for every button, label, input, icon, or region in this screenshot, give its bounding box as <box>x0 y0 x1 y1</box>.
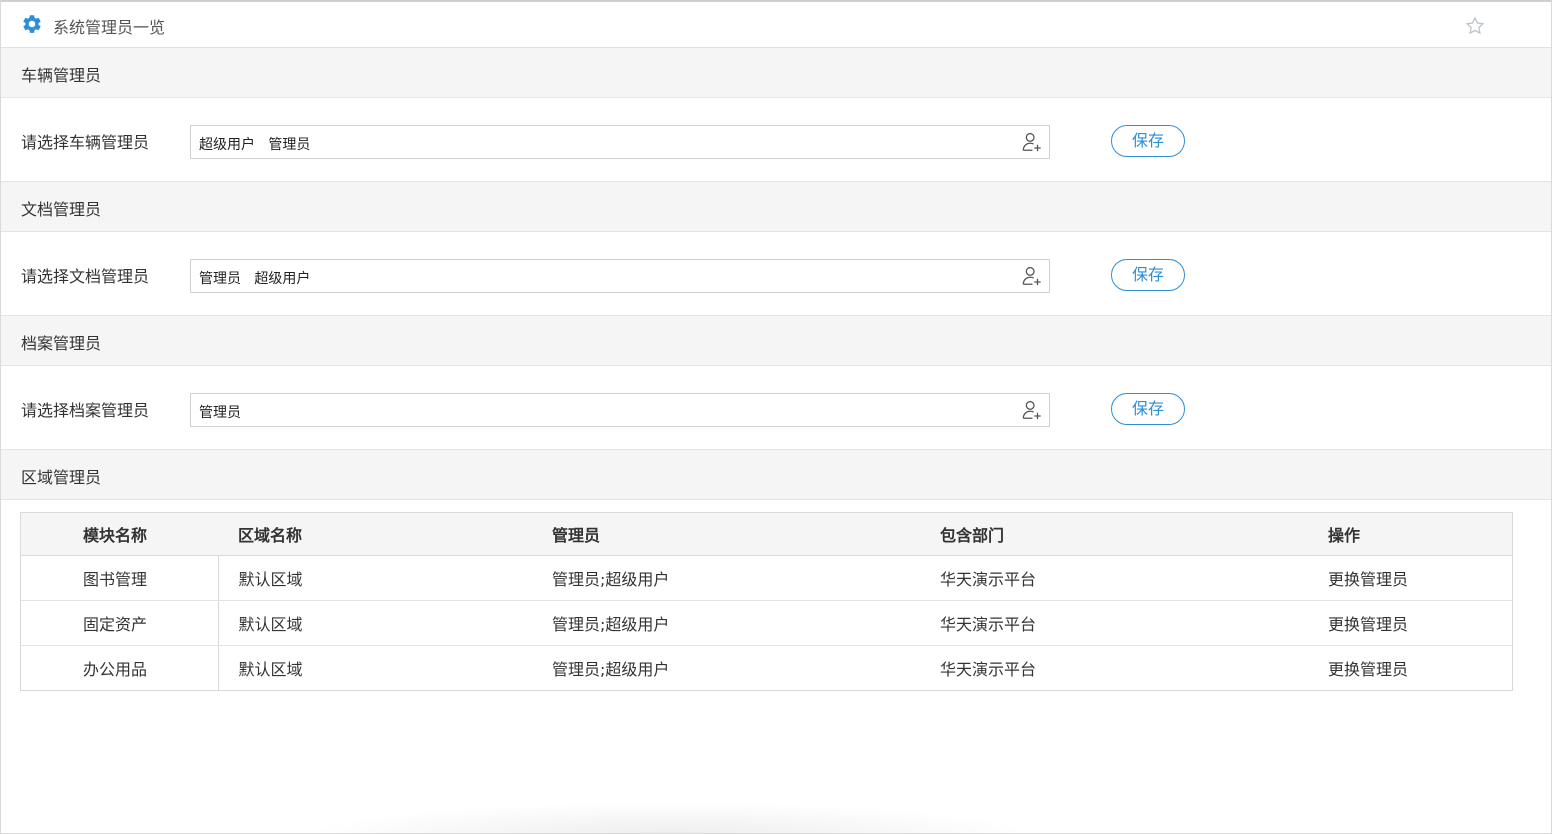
column-header-actions: 操作 <box>1308 513 1512 556</box>
cell-region: 默认区域 <box>218 600 532 646</box>
table-row: 图书管理 默认区域 管理员;超级用户 华天演示平台 更换管理员 <box>21 555 1512 601</box>
archive-admin-row: 请选择档案管理员 管理员 保存 <box>1 366 1551 450</box>
archive-admin-value: 管理员 <box>199 405 241 421</box>
change-admin-link[interactable]: 更换管理员 <box>1308 555 1512 601</box>
cell-admin: 管理员;超级用户 <box>532 555 920 601</box>
column-header-region: 区域名称 <box>218 513 532 556</box>
star-icon[interactable] <box>1464 15 1486 37</box>
table-row: 办公用品 默认区域 管理员;超级用户 华天演示平台 更换管理员 <box>21 645 1512 690</box>
cell-departments: 华天演示平台 <box>940 659 1037 679</box>
cell-admin: 管理员;超级用户 <box>552 659 670 679</box>
section-heading: 车辆管理员 <box>21 66 102 85</box>
section-vehicle-admin: 车辆管理员 <box>1 48 1551 98</box>
vehicle-admin-value: 超级用户 管理员 <box>199 137 311 153</box>
document-admin-value: 管理员 超级用户 <box>199 271 311 287</box>
cell-module: 图书管理 <box>21 555 219 601</box>
bottom-shadow <box>301 802 1041 833</box>
section-archive-admin: 档案管理员 <box>1 316 1551 366</box>
save-vehicle-admin-button[interactable]: 保存 <box>1111 125 1185 157</box>
vehicle-admin-field[interactable]: 超级用户 管理员 <box>190 125 1050 159</box>
section-heading: 档案管理员 <box>21 334 102 353</box>
document-admin-row: 请选择文档管理员 管理员 超级用户 保存 <box>1 232 1551 316</box>
add-user-icon[interactable] <box>1021 131 1043 153</box>
cell-departments: 华天演示平台 <box>920 600 1308 646</box>
save-document-admin-button[interactable]: 保存 <box>1111 259 1185 291</box>
section-region-admin: 区域管理员 <box>1 450 1551 500</box>
cell-module: 固定资产 <box>21 600 219 646</box>
table-header-row: 模块名称 区域名称 管理员 包含部门 操作 <box>21 513 1512 556</box>
vehicle-admin-row: 请选择车辆管理员 超级用户 管理员 保存 <box>1 98 1551 182</box>
document-admin-field[interactable]: 管理员 超级用户 <box>190 259 1050 293</box>
vehicle-admin-label: 请选择车辆管理员 <box>21 133 150 152</box>
table-row: 固定资产 默认区域 管理员;超级用户 华天演示平台 更换管理员 <box>21 600 1512 646</box>
cell-module: 办公用品 <box>21 645 219 690</box>
cell-departments: 华天演示平台 <box>920 555 1308 601</box>
admin-panel: 系统管理员一览 车辆管理员 请选择车辆管理员 超级用户 管理员 保存 文档管理员… <box>0 0 1552 834</box>
change-admin-link[interactable]: 更换管理员 <box>1308 600 1512 646</box>
column-header-module: 模块名称 <box>21 513 218 556</box>
archive-admin-label: 请选择档案管理员 <box>21 401 150 420</box>
cell-region: 默认区域 <box>218 555 532 601</box>
section-document-admin: 文档管理员 <box>1 182 1551 232</box>
column-header-admin: 管理员 <box>532 513 920 556</box>
section-heading: 文档管理员 <box>21 200 102 219</box>
cell-admin: 管理员;超级用户 <box>532 600 920 646</box>
region-admin-table: 模块名称 区域名称 管理员 包含部门 操作 图书管理 默认区域 管理员;超级用户… <box>20 512 1513 691</box>
section-heading: 区域管理员 <box>21 468 102 487</box>
add-user-icon[interactable] <box>1021 265 1043 287</box>
change-admin-link[interactable]: 更换管理员 <box>1308 645 1512 690</box>
archive-admin-field[interactable]: 管理员 <box>190 393 1050 427</box>
document-admin-label: 请选择文档管理员 <box>21 267 150 286</box>
gear-icon <box>23 15 41 33</box>
page-title: 系统管理员一览 <box>53 18 166 37</box>
save-archive-admin-button[interactable]: 保存 <box>1111 393 1185 425</box>
cell-region: 默认区域 <box>238 659 303 679</box>
page-header: 系统管理员一览 <box>1 2 1551 48</box>
add-user-icon[interactable] <box>1021 399 1043 421</box>
column-header-departments: 包含部门 <box>920 513 1308 556</box>
